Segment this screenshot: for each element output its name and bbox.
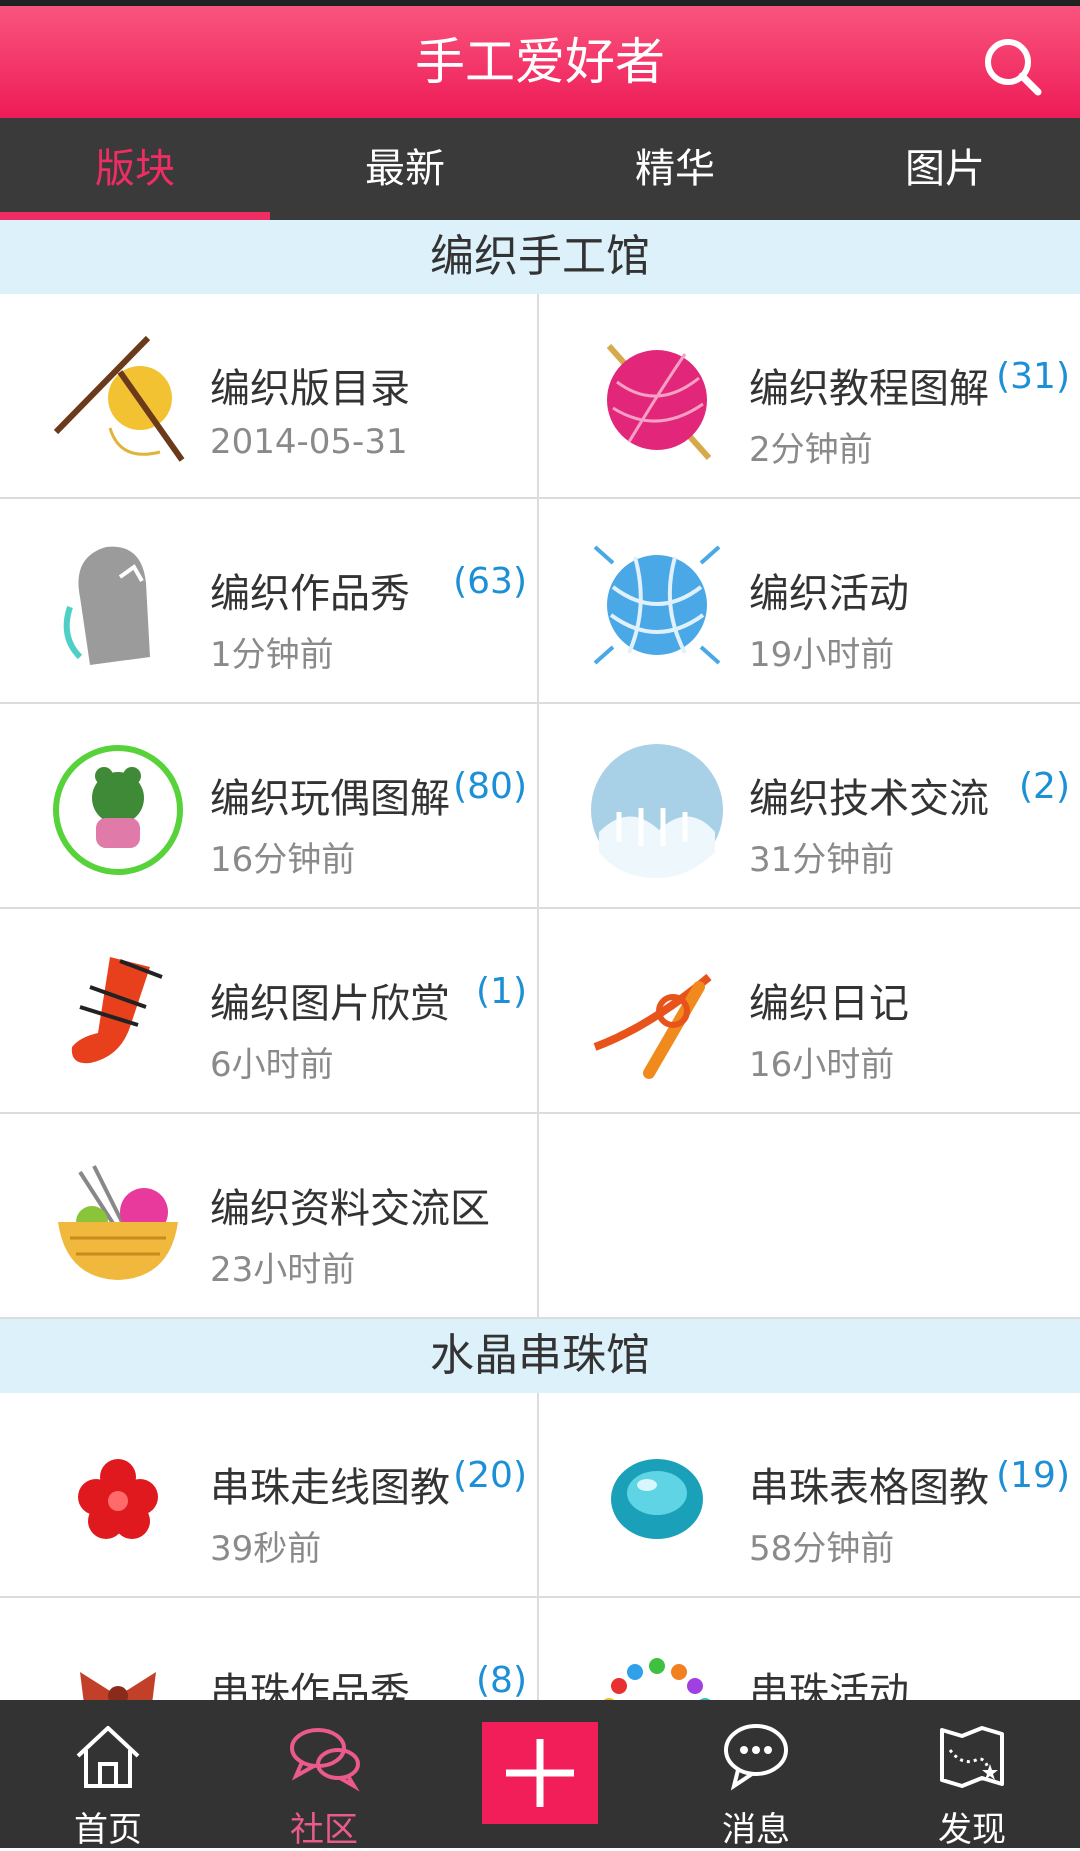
section-header: 编织手工馆 [0,220,1080,294]
forum-item[interactable]: 串珠表格图教 (19) 58分钟前 [539,1393,1080,1598]
nav-discover[interactable]: 发现 [864,1700,1080,1850]
nav-label: 首页 [74,1810,142,1850]
blue-crystal-bead-icon [611,1459,703,1539]
yarn-basket-icon [58,1165,178,1280]
post-count: (31) [996,356,1070,397]
app-header: 手工爱好者 [0,6,1080,118]
post-count: (80) [453,766,527,807]
forum-name: 串珠表格图教 [749,1465,989,1511]
message-icon [724,1724,788,1791]
forum-item[interactable]: 编织活动 19小时前 [539,499,1080,704]
bead-bracelet-icon [603,1658,711,1700]
home-icon [76,1726,140,1788]
forum-item[interactable]: 串珠活动 [539,1598,1080,1700]
bottom-navigation: 首页 社区 消息 发现 [0,1700,1080,1850]
forum-name: 编织作品秀 [210,571,410,617]
forum-name: 编织版目录 [210,366,410,412]
forum-name: 串珠走线图教 [210,1465,450,1511]
forum-item[interactable]: 编织玩偶图解 (80) 16分钟前 [0,704,539,909]
forum-item[interactable]: 编织教程图解 (31) 2分钟前 [539,294,1080,499]
forum-item[interactable]: 串珠作品秀 (8) [0,1598,539,1700]
section-header: 水晶串珠馆 [0,1319,1080,1393]
forum-item[interactable]: 串珠走线图教 (20) 39秒前 [0,1393,539,1598]
knitting-needles-yarn-icon [53,335,185,462]
red-sock-icon [71,957,163,1064]
red-flower-bead-icon [78,1459,158,1539]
forum-name: 编织日记 [749,981,909,1027]
orange-knot-icon [593,973,712,1079]
post-count: (20) [453,1455,527,1496]
tab-bar: 版块 最新 精华 图片 [0,118,1080,220]
forum-name: 编织活动 [749,571,909,617]
knitted-sweater-icon [63,546,150,665]
plus-icon [506,1739,574,1807]
knit-stitch-icon [591,744,723,878]
nav-label: 发现 [938,1810,1006,1850]
bow-bead-icon [80,1672,156,1700]
tab-featured[interactable]: 精华 [540,118,810,220]
forum-name: 编织图片欣赏 [210,981,450,1027]
map-icon [940,1726,1004,1788]
last-update: 58分钟前 [749,1529,895,1569]
blue-yarn-ball-icon [593,545,721,665]
forum-name: 串珠作品秀 [210,1670,410,1700]
forum-item[interactable]: 编织日记 16小时前 [539,909,1080,1114]
last-update: 39秒前 [210,1529,322,1569]
nav-post-button[interactable] [432,1700,648,1848]
forum-item[interactable]: 编织作品秀 (63) 1分钟前 [0,499,539,704]
forum-item[interactable]: 编织图片欣赏 (1) 6小时前 [0,909,539,1114]
nav-label: 消息 [722,1810,790,1850]
nav-home[interactable]: 首页 [0,1700,216,1850]
forum-name: 编织教程图解 [749,366,989,412]
nav-label: 社区 [290,1810,358,1850]
last-update: 16分钟前 [210,840,356,880]
forum-name: 编织技术交流 [749,776,989,822]
last-update: 19小时前 [749,635,895,675]
last-update: 6小时前 [210,1045,334,1085]
tab-pictures[interactable]: 图片 [810,118,1080,220]
forum-item[interactable]: 编织版目录 2014-05-31 [0,294,539,499]
app-title: 手工爱好者 [415,33,665,91]
nav-community[interactable]: 社区 [216,1700,432,1850]
post-count: (8) [476,1660,527,1700]
empty-cell [539,1114,1080,1319]
search-icon[interactable] [980,34,1044,98]
last-update: 31分钟前 [749,840,895,880]
forum-item[interactable]: 编织资料交流区 23小时前 [0,1114,539,1319]
frog-doll-icon [53,745,183,875]
last-update: 23小时前 [210,1250,356,1290]
post-count: (19) [996,1455,1070,1496]
last-update: 1分钟前 [210,635,334,675]
pink-yarn-ball-icon [606,344,712,460]
last-update: 2014-05-31 [210,422,408,462]
forum-list[interactable]: 编织手工馆 编织版目录 2014-05-31 编织教程图解 (31) 2分钟前 [0,220,1080,1700]
tab-sections[interactable]: 版块 [0,118,270,220]
forum-name: 编织资料交流区 [210,1186,490,1232]
forum-item[interactable]: 编织技术交流 (2) 31分钟前 [539,704,1080,909]
chat-bubbles-icon [290,1728,360,1792]
tab-latest[interactable]: 最新 [270,118,540,220]
post-count: (63) [453,561,527,602]
forum-name: 串珠活动 [749,1670,909,1700]
forum-name: 编织玩偶图解 [210,776,450,822]
forum-grid: 编织版目录 2014-05-31 编织教程图解 (31) 2分钟前 编织作品秀 … [0,294,1080,1319]
nav-messages[interactable]: 消息 [648,1700,864,1850]
plus-button[interactable] [482,1722,598,1824]
post-count: (1) [476,971,527,1012]
forum-grid: 串珠走线图教 (20) 39秒前 串珠表格图教 (19) 58分钟前 串珠作品秀… [0,1393,1080,1700]
post-count: (2) [1019,766,1070,807]
last-update: 2分钟前 [749,430,873,470]
last-update: 16小时前 [749,1045,895,1085]
